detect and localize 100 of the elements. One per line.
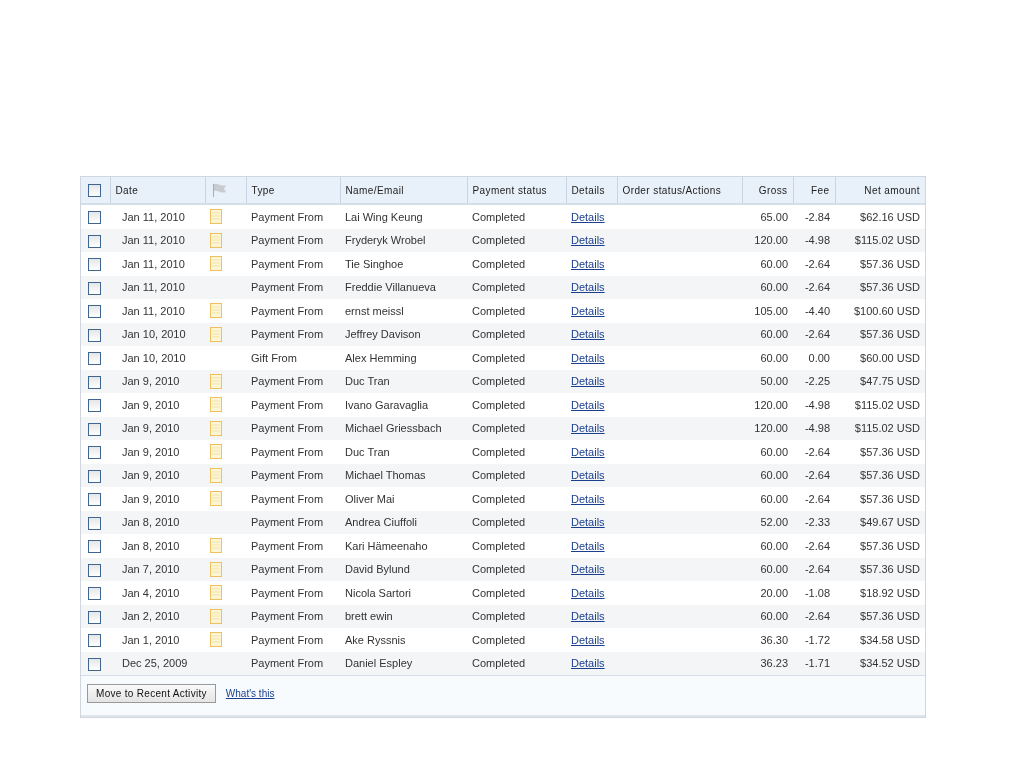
row-checkbox[interactable] — [88, 352, 101, 366]
fee-amount: -2.64 — [804, 492, 830, 505]
date-text: Jan 10, 2010 — [122, 328, 186, 341]
details-link[interactable]: Details — [571, 492, 605, 505]
details-link[interactable]: Details — [571, 257, 605, 270]
type-text: Gift From — [251, 351, 297, 364]
status-text: Completed — [472, 234, 526, 247]
type-text: Payment From — [251, 422, 324, 435]
fee-amount: -2.64 — [804, 281, 830, 294]
move-to-recent-activity-button[interactable]: Move to Recent Activity — [87, 684, 216, 703]
date-text: Jan 9, 2010 — [122, 375, 180, 388]
net-amount: $57.36 USD — [860, 328, 920, 341]
row-checkbox[interactable] — [88, 563, 101, 577]
fee-amount: -4.40 — [804, 304, 830, 317]
gross-amount: 60.00 — [760, 257, 788, 270]
gross-amount: 60.00 — [760, 351, 788, 364]
row-checkbox[interactable] — [88, 281, 101, 295]
row-checkbox[interactable] — [88, 634, 101, 648]
status-text: Completed — [472, 657, 526, 670]
fee-amount: -2.64 — [804, 539, 830, 552]
details-link[interactable]: Details — [571, 633, 605, 646]
row-checkbox[interactable] — [88, 211, 101, 225]
type-text: Payment From — [251, 398, 324, 411]
type-text: Payment From — [251, 492, 324, 505]
fee-amount: -2.84 — [804, 210, 830, 223]
gross-amount: 120.00 — [754, 422, 788, 435]
status-text: Completed — [472, 304, 526, 317]
name-text: Daniel Espley — [345, 657, 413, 670]
row-checkbox[interactable] — [88, 328, 101, 342]
row-checkbox[interactable] — [88, 258, 101, 272]
name-text: Oliver Mai — [345, 492, 395, 505]
gross-amount: 60.00 — [760, 469, 788, 482]
name-text: Duc Tran — [345, 375, 390, 388]
whats-this-link[interactable]: What's this — [225, 688, 275, 699]
status-text: Completed — [472, 257, 526, 270]
name-text: Ivano Garavaglia — [345, 398, 429, 411]
type-text: Payment From — [251, 469, 324, 482]
net-amount: $115.02 USD — [854, 234, 920, 247]
details-link[interactable]: Details — [571, 539, 605, 552]
row-checkbox[interactable] — [88, 540, 101, 554]
net-amount: $115.02 USD — [854, 422, 920, 435]
net-amount: $57.36 USD — [860, 257, 920, 270]
date-text: Jan 11, 2010 — [122, 257, 185, 270]
name-text: brett ewin — [345, 610, 393, 623]
select-all-checkbox[interactable] — [88, 183, 101, 197]
name-text: Michael Thomas — [345, 469, 426, 482]
name-text: Fryderyk Wrobel — [345, 234, 426, 247]
fee-amount: -1.72 — [804, 633, 830, 646]
fee-amount: -2.64 — [804, 610, 830, 623]
row-checkbox[interactable] — [88, 234, 101, 248]
net-amount: $100.60 USD — [853, 304, 920, 317]
row-checkbox[interactable] — [88, 587, 101, 601]
row-checkbox[interactable] — [88, 399, 101, 413]
gross-amount: 60.00 — [760, 492, 788, 505]
type-text: Payment From — [251, 304, 324, 317]
type-text: Payment From — [251, 375, 324, 388]
details-link[interactable]: Details — [571, 210, 605, 223]
type-text: Payment From — [251, 657, 324, 670]
type-text: Payment From — [251, 586, 324, 599]
type-text: Payment From — [251, 633, 324, 646]
gross-amount: 36.23 — [760, 657, 788, 670]
date-text: Jan 7, 2010 — [122, 563, 180, 576]
details-link[interactable]: Details — [571, 586, 605, 599]
row-checkbox[interactable] — [88, 422, 101, 436]
gross-amount: 120.00 — [754, 234, 788, 247]
column-header[interactable]: Date — [115, 184, 139, 196]
status-text: Completed — [472, 351, 526, 364]
fee-amount: -2.64 — [804, 445, 830, 458]
type-text: Payment From — [251, 610, 324, 623]
details-link[interactable]: Details — [571, 398, 605, 411]
details-link[interactable]: Details — [571, 304, 605, 317]
gross-amount: 60.00 — [760, 610, 788, 623]
column-header[interactable]: Type — [251, 184, 275, 196]
net-amount: $57.36 USD — [860, 610, 920, 623]
net-amount: $57.36 USD — [860, 563, 920, 576]
fee-amount: -2.25 — [804, 375, 830, 388]
net-amount: $57.36 USD — [860, 445, 920, 458]
name-text: Freddie Villanueva — [345, 281, 436, 294]
row-checkbox[interactable] — [88, 610, 101, 624]
fee-amount: 0.00 — [808, 351, 830, 364]
gross-amount: 105.00 — [754, 304, 788, 317]
status-text: Completed — [472, 563, 526, 576]
status-text: Completed — [472, 539, 526, 552]
row-checkbox[interactable] — [88, 446, 101, 460]
date-text: Jan 8, 2010 — [122, 539, 180, 552]
gross-amount: 120.00 — [754, 398, 788, 411]
row-checkbox[interactable] — [88, 493, 101, 507]
net-amount: $57.36 USD — [860, 492, 920, 505]
row-checkbox[interactable] — [88, 516, 101, 530]
date-text: Jan 11, 2010 — [122, 304, 185, 317]
status-text: Completed — [472, 469, 526, 482]
name-text: Ake Ryssnis — [345, 633, 406, 646]
details-link[interactable]: Details — [571, 445, 605, 458]
net-amount: $49.67 USD — [860, 516, 920, 529]
details-link[interactable]: Details — [571, 351, 605, 364]
gross-amount: 60.00 — [760, 281, 788, 294]
row-checkbox[interactable] — [88, 469, 101, 483]
row-checkbox[interactable] — [88, 305, 101, 319]
row-checkbox[interactable] — [88, 657, 101, 671]
row-checkbox[interactable] — [88, 375, 101, 389]
